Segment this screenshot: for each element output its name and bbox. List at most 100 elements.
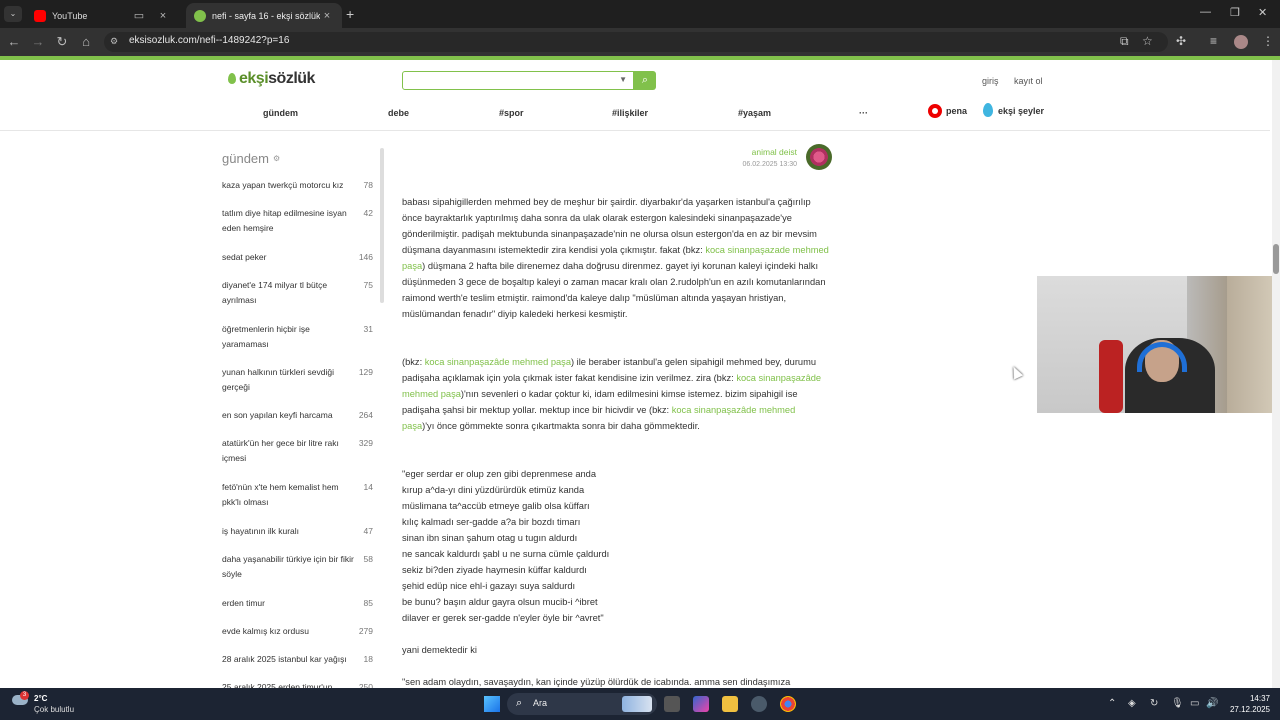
close-tab-icon[interactable]: × xyxy=(156,10,170,22)
task-view-icon[interactable] xyxy=(664,696,680,712)
logo-text-right: sözlük xyxy=(268,70,315,87)
topic-count: 78 xyxy=(363,180,373,190)
poem-line: kılıç kalmadı ser-gadde a?a bir bozdı ti… xyxy=(402,517,581,527)
sidebar-topic[interactable]: diyanet'e 174 milyar tl bütçe ayrılması 7… xyxy=(222,278,382,308)
nav-yasam[interactable]: #yaşam xyxy=(738,108,771,118)
entry-paragraph-3: yani demektedir ki xyxy=(402,645,477,655)
nav-gundem[interactable]: gündem xyxy=(263,108,298,118)
volume-icon[interactable]: 🔊 xyxy=(1206,698,1218,709)
install-app-icon[interactable]: ⧉ xyxy=(1120,34,1129,49)
extensions-icon[interactable]: ✣ xyxy=(1176,34,1186,48)
webcam-overlay xyxy=(1037,276,1280,413)
home-icon[interactable]: ⌂ xyxy=(78,34,94,49)
network-icon[interactable]: ▭ xyxy=(1190,698,1199,709)
sidebar-topic[interactable]: daha yaşanabilir türkiye için bir fikir … xyxy=(222,552,382,582)
file-explorer-icon[interactable] xyxy=(722,696,738,712)
site-info-icon[interactable]: ⚙ xyxy=(110,36,118,47)
maximize-button[interactable]: ❐ xyxy=(1230,6,1240,19)
sidebar-topic[interactable]: sedat peker 146 xyxy=(222,250,382,265)
windows-start-icon[interactable] xyxy=(484,696,500,712)
clock-date: 27.12.2025 xyxy=(1229,705,1270,714)
search-input[interactable]: ▼ xyxy=(402,71,634,90)
page-scrollbar-thumb[interactable] xyxy=(1273,244,1279,274)
topic-count: 58 xyxy=(363,554,373,564)
tab-title: YouTube xyxy=(52,10,88,21)
entry-date[interactable]: 06.02.2025 13:30 xyxy=(700,161,798,168)
sidebar-topic[interactable]: erden timur 85 xyxy=(222,596,382,611)
poem-line: sekiz bi?den ziyade haymesin küffar kald… xyxy=(402,565,587,575)
sidebar-topic[interactable]: iş hayatının ilk kuralı 47 xyxy=(222,524,382,539)
tab-search-chevron-icon[interactable]: ⌄ xyxy=(4,6,22,22)
topic-title: sedat peker xyxy=(222,252,267,262)
sidebar-topic[interactable]: öğretmenlerin hiçbir işe yaramaması 31 xyxy=(222,322,382,352)
text: )'yı önce gömmekte sonra çıkartmakta son… xyxy=(422,421,700,431)
poem-line: ne sancak kaldurdı şabl u ne surna cümle… xyxy=(402,549,610,559)
register-link[interactable]: kayıt ol xyxy=(1014,76,1043,86)
eksi-seyler-icon xyxy=(983,103,993,117)
bookmark-star-icon[interactable]: ☆ xyxy=(1142,34,1153,48)
bkz-link[interactable]: koca sinanpaşazâde mehmed paşa xyxy=(425,357,571,367)
chrome-icon[interactable] xyxy=(780,696,796,712)
clock[interactable]: 14:37 27.12.2025 xyxy=(1222,693,1270,715)
nav-eksi-seyler[interactable]: ekşi şeyler xyxy=(998,106,1044,116)
sync-icon[interactable]: ↻ xyxy=(1150,698,1158,709)
entry-author[interactable]: animal deist xyxy=(700,147,797,157)
close-window-button[interactable]: ✕ xyxy=(1258,6,1267,19)
steam-icon[interactable] xyxy=(751,696,767,712)
page-scrollbar[interactable] xyxy=(1272,60,1280,688)
poem-line: şehid edüp nice ehl-i gazayı suya saldur… xyxy=(402,581,576,591)
youtube-favicon-icon xyxy=(34,9,46,22)
login-link[interactable]: giriş xyxy=(982,76,999,86)
weather-temp[interactable]: 2°C xyxy=(34,694,47,703)
nav-spor[interactable]: #spor xyxy=(499,108,524,118)
sidebar-topic[interactable]: evde kalmış kız ordusu 279 xyxy=(222,624,382,639)
author-avatar[interactable] xyxy=(806,144,832,170)
back-arrow-icon[interactable]: ← xyxy=(6,34,22,49)
search-button[interactable]: ⌕ xyxy=(634,71,656,90)
text: ) düşmana 2 hafta bile direnemez daha do… xyxy=(402,261,826,319)
sidebar-topic[interactable]: fetö'nün x'te hem kemalist hem pkk'lı ol… xyxy=(222,480,382,510)
drop-icon xyxy=(228,73,236,84)
nav-iliskiler[interactable]: #ilişkiler xyxy=(612,108,648,118)
topic-title: en son yapılan keyfi harcama xyxy=(222,410,333,420)
pena-icon xyxy=(928,104,942,118)
sidebar-title[interactable]: gündem xyxy=(222,151,269,166)
minimize-button[interactable]: — xyxy=(1200,6,1211,18)
entry-paragraph-1: babası sipahigillerden mehmed bey de meş… xyxy=(402,194,830,322)
sidebar-topic[interactable]: 28 aralık 2025 istanbul kar yağışı 18 xyxy=(222,652,382,667)
nav-debe[interactable]: debe xyxy=(388,108,409,118)
webcam-chair xyxy=(1099,340,1123,413)
close-tab-icon[interactable]: × xyxy=(320,10,334,22)
sidebar-topic[interactable]: yunan halkının türkleri sevdiği gerçeği 1… xyxy=(222,365,382,395)
profile-avatar[interactable] xyxy=(1234,35,1248,49)
nav-more[interactable]: ··· xyxy=(859,108,868,118)
microphone-icon[interactable]: 🎙 xyxy=(1171,698,1184,709)
url-text[interactable]: eksisozluk.com/nefi--1489242?p=16 xyxy=(129,35,289,46)
mouse-cursor-icon xyxy=(1008,364,1024,380)
topic-title: atatürk'ün her gece bir litre rakı içmes… xyxy=(222,438,339,463)
copilot-icon[interactable] xyxy=(693,696,709,712)
poem-line: müslimana ta^accüb etmeye galib olsa küf… xyxy=(402,501,590,511)
tab-youtube[interactable]: YouTube ▭ × xyxy=(26,3,178,28)
gear-icon[interactable]: ⚙ xyxy=(273,154,280,163)
tab-eksi[interactable]: nefi - sayfa 16 - ekşi sözlük × xyxy=(186,3,342,28)
sidebar-topic[interactable]: atatürk'ün her gece bir litre rakı içmes… xyxy=(222,436,382,466)
media-icon[interactable]: ▭ xyxy=(132,9,146,22)
nav-pena[interactable]: pena xyxy=(946,106,967,116)
forward-arrow-icon[interactable]: → xyxy=(30,34,46,49)
menu-kebab-icon[interactable]: ⋮ xyxy=(1262,34,1274,48)
sidebar-topic[interactable]: en son yapılan keyfi harcama 264 xyxy=(222,408,382,423)
poem-line: sinan ibn sinan şahum otag u tugın aldur… xyxy=(402,533,578,543)
topic-count: 18 xyxy=(363,654,373,664)
reload-icon[interactable]: ↻ xyxy=(54,34,70,50)
sidebar-topic[interactable]: tatlım diye hitap edilmesine isyan eden … xyxy=(222,206,382,236)
tray-app-icon[interactable]: ◈ xyxy=(1128,698,1136,709)
media-controls-icon[interactable]: ≡ xyxy=(1210,34,1217,48)
topic-count: 75 xyxy=(363,280,373,290)
tray-chevron-icon[interactable]: ⌃ xyxy=(1108,698,1116,709)
search-dropdown-icon[interactable]: ▼ xyxy=(619,75,627,84)
new-tab-button[interactable]: + xyxy=(346,6,354,22)
site-logo[interactable]: ekşisözlük xyxy=(228,70,315,88)
sidebar-topic[interactable]: kaza yapan twerkçü motorcu kız 78 xyxy=(222,178,382,193)
weather-condition[interactable]: Çok bulutlu xyxy=(34,705,74,714)
